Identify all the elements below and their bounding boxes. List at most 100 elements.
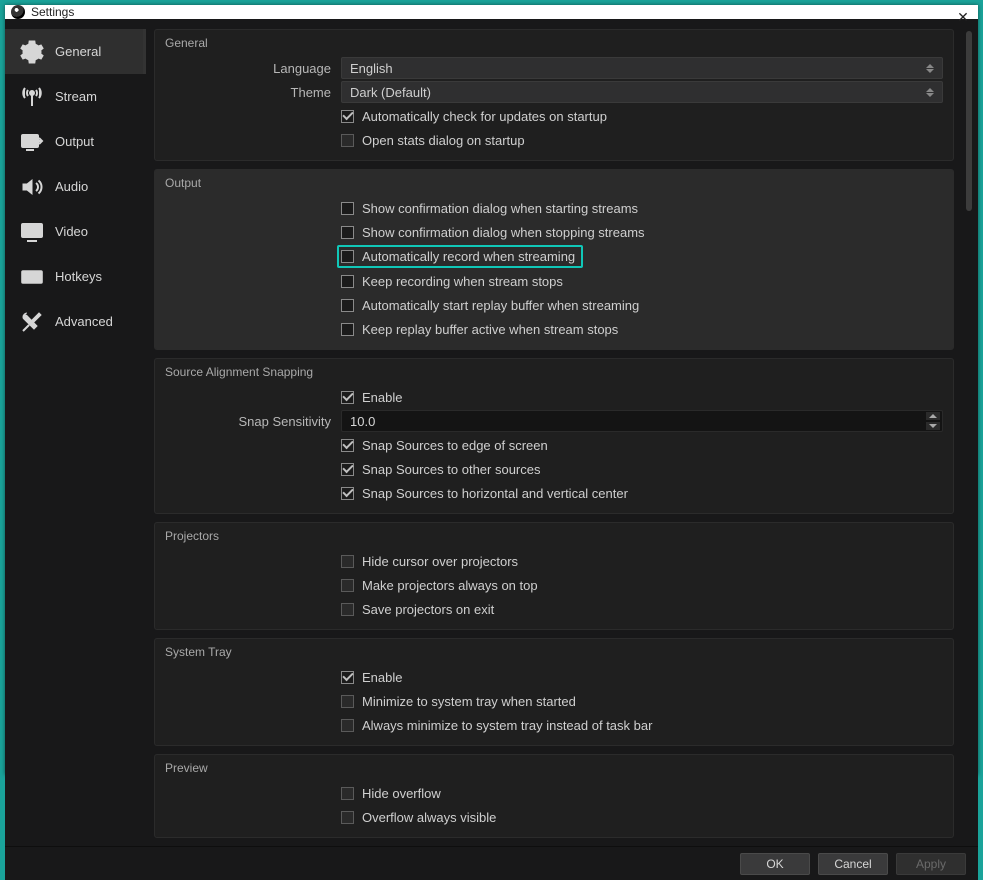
group-system-tray: System Tray Enable Minimize to system tr…: [154, 638, 954, 746]
checkbox-hide-overflow[interactable]: Hide overflow: [341, 786, 441, 801]
sidebar: General Stream Output: [5, 19, 146, 846]
checkbox-icon: [341, 579, 354, 592]
checkbox-label: Keep replay buffer active when stream st…: [362, 322, 618, 337]
checkbox-label: Overflow always visible: [362, 810, 496, 825]
checkbox-icon: [341, 603, 354, 616]
checkbox-label: Snap Sources to other sources: [362, 462, 541, 477]
snap-sensitivity-label: Snap Sensitivity: [165, 414, 341, 429]
checkbox-open-stats[interactable]: Open stats dialog on startup: [341, 133, 525, 148]
sidebar-item-stream[interactable]: Stream: [5, 74, 146, 119]
sidebar-item-label: Audio: [55, 179, 88, 194]
checkbox-label: Snap Sources to horizontal and vertical …: [362, 486, 628, 501]
antenna-icon: [19, 84, 45, 110]
checkbox-auto-replay[interactable]: Automatically start replay buffer when s…: [341, 298, 639, 313]
checkbox-label: Save projectors on exit: [362, 602, 494, 617]
content: General Language English Theme: [154, 29, 964, 846]
group-title: System Tray: [165, 643, 943, 665]
sidebar-item-video[interactable]: Video: [5, 209, 146, 254]
ok-button[interactable]: OK: [740, 853, 810, 875]
group-preview: Preview Hide overflow Overflow always vi…: [154, 754, 954, 838]
theme-select[interactable]: Dark (Default): [341, 81, 943, 103]
sidebar-item-audio[interactable]: Audio: [5, 164, 146, 209]
checkbox-label: Enable: [362, 670, 402, 685]
language-label: Language: [165, 61, 341, 76]
cancel-button[interactable]: Cancel: [818, 853, 888, 875]
checkbox-tray-enable[interactable]: Enable: [341, 670, 402, 685]
checkbox-save-exit[interactable]: Save projectors on exit: [341, 602, 494, 617]
checkbox-snap-enable[interactable]: Enable: [341, 390, 402, 405]
output-icon: [19, 129, 45, 155]
checkbox-confirm-start[interactable]: Show confirmation dialog when starting s…: [341, 201, 638, 216]
checkbox-icon: [341, 487, 354, 500]
chevron-updown-icon: [926, 59, 938, 77]
keyboard-icon: [19, 264, 45, 290]
checkbox-icon: [341, 202, 354, 215]
language-select[interactable]: English: [341, 57, 943, 79]
checkbox-icon: [341, 226, 354, 239]
group-general: General Language English Theme: [154, 29, 954, 161]
sidebar-item-advanced[interactable]: Advanced: [5, 299, 146, 344]
checkbox-icon: [341, 275, 354, 288]
checkbox-label: Keep recording when stream stops: [362, 274, 563, 289]
checkbox-label: Hide cursor over projectors: [362, 554, 518, 569]
scrollbar-thumb[interactable]: [966, 31, 972, 211]
group-snapping: Source Alignment Snapping Enable Snap Se…: [154, 358, 954, 514]
footer: OK Cancel Apply: [5, 846, 978, 880]
checkbox-label: Always minimize to system tray instead o…: [362, 718, 652, 733]
checkbox-label: Open stats dialog on startup: [362, 133, 525, 148]
main-area: General Stream Output: [5, 19, 978, 846]
checkbox-keep-recording[interactable]: Keep recording when stream stops: [341, 274, 563, 289]
checkbox-icon: [341, 463, 354, 476]
spin-value: 10.0: [350, 414, 375, 429]
checkbox-label: Make projectors always on top: [362, 578, 538, 593]
client-area: General Stream Output: [5, 19, 978, 880]
checkbox-auto-update[interactable]: Automatically check for updates on start…: [341, 109, 607, 124]
checkbox-label: Hide overflow: [362, 786, 441, 801]
checkbox-icon: [341, 811, 354, 824]
group-output: Output Show confirmation dialog when sta…: [154, 169, 954, 350]
content-wrap: General Language English Theme: [146, 19, 978, 846]
group-title: Source Alignment Snapping: [165, 363, 943, 385]
monitor-icon: [19, 219, 45, 245]
checkbox-label: Show confirmation dialog when starting s…: [362, 201, 638, 216]
select-value: Dark (Default): [350, 85, 431, 100]
sidebar-item-general[interactable]: General: [5, 29, 146, 74]
checkbox-icon: [341, 134, 354, 147]
checkbox-icon: [341, 439, 354, 452]
group-title: Output: [165, 174, 943, 196]
checkbox-hide-cursor[interactable]: Hide cursor over projectors: [341, 554, 518, 569]
checkbox-keep-replay[interactable]: Keep replay buffer active when stream st…: [341, 322, 618, 337]
group-title: Preview: [165, 759, 943, 781]
checkbox-tray-minimize-start[interactable]: Minimize to system tray when started: [341, 694, 576, 709]
checkbox-auto-record[interactable]: Automatically record when streaming: [337, 245, 583, 268]
checkbox-snap-others[interactable]: Snap Sources to other sources: [341, 462, 541, 477]
spinner-icon: [926, 411, 940, 431]
checkbox-label: Minimize to system tray when started: [362, 694, 576, 709]
snap-sensitivity-input[interactable]: 10.0: [341, 410, 943, 432]
sidebar-item-label: Stream: [55, 89, 97, 104]
select-value: English: [350, 61, 393, 76]
checkbox-label: Enable: [362, 390, 402, 405]
sidebar-item-label: Video: [55, 224, 88, 239]
speaker-icon: [19, 174, 45, 200]
theme-label: Theme: [165, 85, 341, 100]
checkbox-icon: [341, 787, 354, 800]
scrollbar[interactable]: [964, 29, 974, 846]
gear-icon: [19, 39, 45, 65]
group-title: Projectors: [165, 527, 943, 549]
checkbox-tray-always-minimize[interactable]: Always minimize to system tray instead o…: [341, 718, 652, 733]
sidebar-item-label: Output: [55, 134, 94, 149]
checkbox-icon: [341, 250, 354, 263]
checkbox-always-top[interactable]: Make projectors always on top: [341, 578, 538, 593]
sidebar-item-hotkeys[interactable]: Hotkeys: [5, 254, 146, 299]
checkbox-overflow-visible[interactable]: Overflow always visible: [341, 810, 496, 825]
apply-button[interactable]: Apply: [896, 853, 966, 875]
checkbox-confirm-stop[interactable]: Show confirmation dialog when stopping s…: [341, 225, 645, 240]
checkbox-icon: [341, 110, 354, 123]
checkbox-label: Snap Sources to edge of screen: [362, 438, 548, 453]
checkbox-snap-center[interactable]: Snap Sources to horizontal and vertical …: [341, 486, 628, 501]
settings-window: Settings ✕ General Stream: [5, 5, 978, 775]
sidebar-item-output[interactable]: Output: [5, 119, 146, 164]
checkbox-label: Show confirmation dialog when stopping s…: [362, 225, 645, 240]
checkbox-snap-edge[interactable]: Snap Sources to edge of screen: [341, 438, 548, 453]
